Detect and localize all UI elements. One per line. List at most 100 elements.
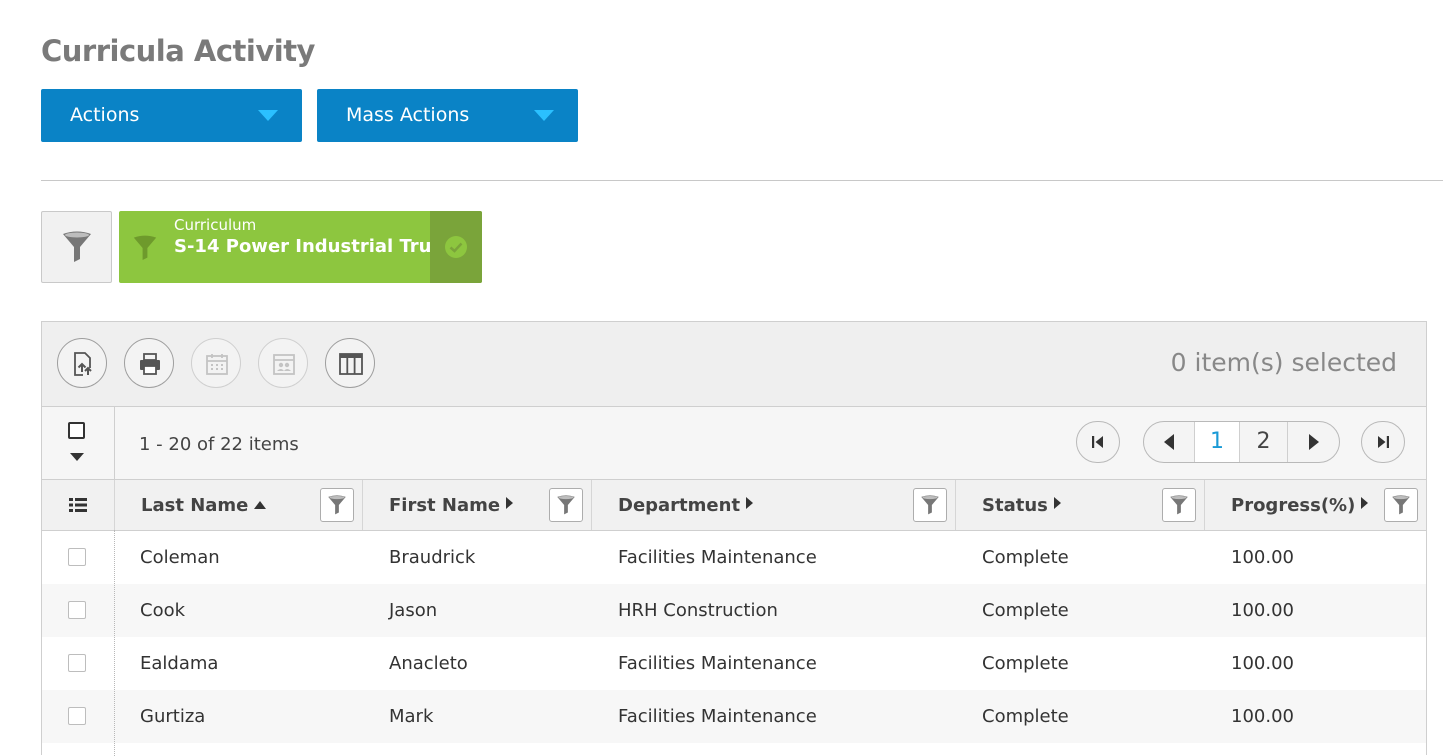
funnel-icon: [921, 495, 939, 515]
cell-status: Complete: [982, 600, 1069, 621]
column-filter-button[interactable]: [320, 488, 354, 522]
prev-page-icon: [1164, 434, 1174, 450]
funnel-icon: [1170, 495, 1188, 515]
export-icon: [74, 352, 93, 376]
filter-button[interactable]: [41, 211, 112, 283]
cell-department: HRH Construction: [618, 600, 778, 621]
page-navigation: 1 2: [1143, 421, 1340, 463]
column-filter-button[interactable]: [1162, 488, 1196, 522]
column-label[interactable]: Progress(%): [1231, 495, 1369, 516]
columns-button[interactable]: [325, 338, 375, 388]
columns-icon: [339, 353, 363, 375]
prev-page-button[interactable]: [1144, 422, 1194, 462]
row-checkbox[interactable]: [68, 548, 86, 566]
mass-actions-label: Mass Actions: [346, 104, 470, 126]
column-label[interactable]: Status: [982, 495, 1061, 516]
next-page-icon: [1308, 434, 1319, 450]
last-page-button[interactable]: [1361, 421, 1405, 463]
filter-chip-label: Curriculum: [174, 216, 257, 234]
cell-first-name: Anacleto: [389, 653, 468, 674]
column-label[interactable]: Department: [618, 495, 754, 516]
row-checkbox[interactable]: [68, 601, 86, 619]
list-icon[interactable]: [69, 497, 87, 513]
sort-indicator-icon: [506, 497, 514, 509]
selected-count: 0 item(s) selected: [1170, 348, 1397, 377]
data-grid: 0 item(s) selected 1 - 20 of 22 items 1 …: [41, 321, 1427, 756]
divider: [41, 180, 1443, 181]
grid-toolbar: 0 item(s) selected: [42, 322, 1426, 407]
filter-chip-curriculum[interactable]: Curriculum S-14 Power Industrial Tru...: [119, 211, 482, 283]
column-header-department[interactable]: Department: [592, 480, 956, 530]
sort-ascending-icon: [254, 501, 267, 509]
chevron-down-icon: [258, 110, 278, 121]
cell-status: Complete: [982, 547, 1069, 568]
cell-progress: 100.00: [1231, 600, 1294, 621]
next-page-button[interactable]: [1288, 422, 1339, 462]
first-page-icon: [1092, 436, 1103, 448]
roster-button[interactable]: [258, 338, 308, 388]
cell-department: Facilities Maintenance: [618, 547, 817, 568]
table-header: Last Name First Name Department Status P…: [42, 480, 1426, 531]
first-page-button[interactable]: [1076, 421, 1120, 463]
page-title: Curricula Activity: [41, 34, 315, 68]
cell-first-name: Mark: [389, 706, 434, 727]
funnel-icon: [557, 495, 575, 515]
cell-last-name: Gurtiza: [140, 706, 206, 727]
funnel-icon: [133, 235, 157, 260]
row-checkbox[interactable]: [68, 654, 86, 672]
cell-status: Complete: [982, 706, 1069, 727]
sort-indicator-icon: [1361, 497, 1369, 509]
pager-range: 1 - 20 of 22 items: [139, 434, 299, 455]
print-button[interactable]: [124, 338, 174, 388]
column-label[interactable]: Last Name: [141, 495, 267, 516]
select-all-checkbox[interactable]: [68, 422, 85, 439]
table-row[interactable]: Gurtiza Mark Facilities Maintenance Comp…: [42, 690, 1426, 743]
cell-progress: 100.00: [1231, 547, 1294, 568]
column-label[interactable]: First Name: [389, 495, 514, 516]
sort-indicator-icon: [1053, 497, 1061, 509]
column-header-last-name[interactable]: Last Name: [115, 480, 363, 530]
last-page-icon: [1378, 436, 1389, 448]
cell-last-name: Cook: [140, 600, 186, 621]
roster-icon: [273, 354, 295, 375]
column-header-progress[interactable]: Progress(%): [1205, 480, 1426, 530]
print-icon: [140, 353, 160, 375]
column-menu-cell: [42, 480, 115, 530]
column-header-first-name[interactable]: First Name: [363, 480, 592, 530]
cell-department: Facilities Maintenance: [618, 653, 817, 674]
funnel-icon: [63, 231, 91, 262]
cell-first-name: Braudrick: [389, 547, 476, 568]
cell-department: Facilities Maintenance: [618, 706, 817, 727]
filter-apply-button[interactable]: [430, 211, 482, 283]
check-circle-icon: [445, 236, 467, 258]
select-menu-caret-icon[interactable]: [70, 453, 84, 461]
cell-progress: 100.00: [1231, 653, 1294, 674]
funnel-icon: [1392, 495, 1410, 515]
table-row[interactable]: Cook Jason HRH Construction Complete 100…: [42, 584, 1426, 637]
page-1-button[interactable]: 1: [1194, 422, 1240, 462]
sort-indicator-icon: [746, 497, 754, 509]
funnel-icon: [328, 495, 346, 515]
actions-dropdown-button[interactable]: Actions: [41, 89, 302, 142]
cell-last-name: Coleman: [140, 547, 220, 568]
calendar-icon: [206, 354, 228, 375]
calendar-button[interactable]: [191, 338, 241, 388]
filter-chip-value: S-14 Power Industrial Tru...: [174, 236, 452, 257]
table-row[interactable]: Coleman Braudrick Facilities Maintenance…: [42, 531, 1426, 584]
column-header-status[interactable]: Status: [956, 480, 1205, 530]
mass-actions-dropdown-button[interactable]: Mass Actions: [317, 89, 578, 142]
row-divider: [114, 530, 115, 756]
cell-first-name: Jason: [389, 600, 438, 621]
row-checkbox[interactable]: [68, 707, 86, 725]
cell-last-name: Ealdama: [140, 653, 219, 674]
column-filter-button[interactable]: [549, 488, 583, 522]
column-filter-button[interactable]: [913, 488, 947, 522]
page-2-button[interactable]: 2: [1240, 422, 1288, 462]
actions-label: Actions: [70, 104, 140, 126]
column-filter-button[interactable]: [1384, 488, 1418, 522]
cell-progress: 100.00: [1231, 706, 1294, 727]
table-row[interactable]: Ealdama Anacleto Facilities Maintenance …: [42, 637, 1426, 690]
chevron-down-icon: [534, 110, 554, 121]
export-button[interactable]: [57, 338, 107, 388]
pager-row: 1 - 20 of 22 items 1 2: [42, 407, 1426, 480]
